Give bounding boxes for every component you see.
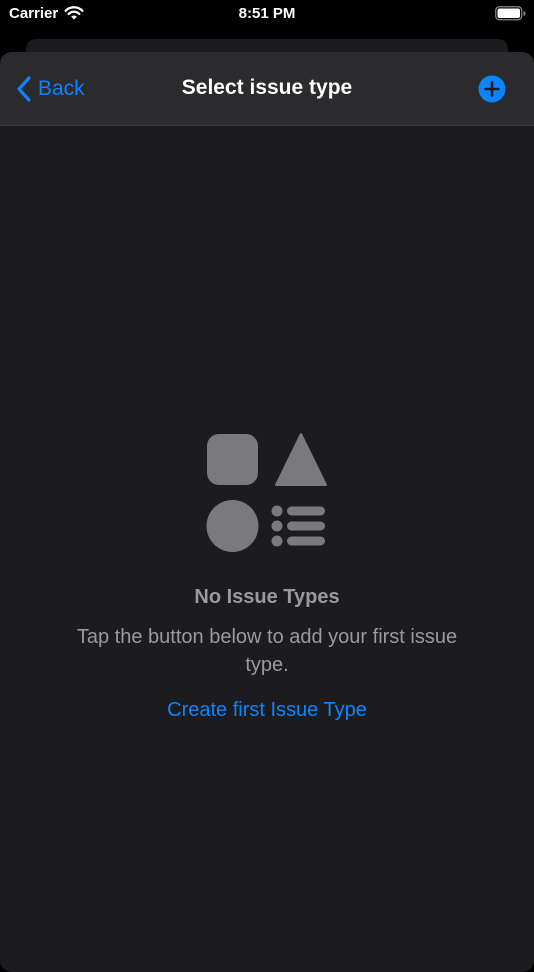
create-first-issue-type-button[interactable]: Create first Issue Type	[167, 699, 367, 722]
status-bar: Carrier 8:51 PM	[0, 0, 534, 30]
page-title: Select issue type	[181, 76, 353, 99]
navigation-bar: Back Select issue type	[0, 52, 534, 126]
shapes-icon	[206, 433, 327, 552]
empty-state-message: Tap the button below to add your first i…	[76, 626, 458, 676]
empty-state-title: No Issue Types	[194, 586, 340, 608]
empty-state: No Issue Types Tap the button below to a…	[0, 432, 534, 722]
add-issue-type-button[interactable]	[478, 75, 506, 103]
battery-icon	[495, 6, 526, 21]
status-time: 8:51 PM	[238, 5, 296, 22]
issue-type-sheet: Back Select issue type No Issue Types Ta…	[0, 52, 534, 972]
